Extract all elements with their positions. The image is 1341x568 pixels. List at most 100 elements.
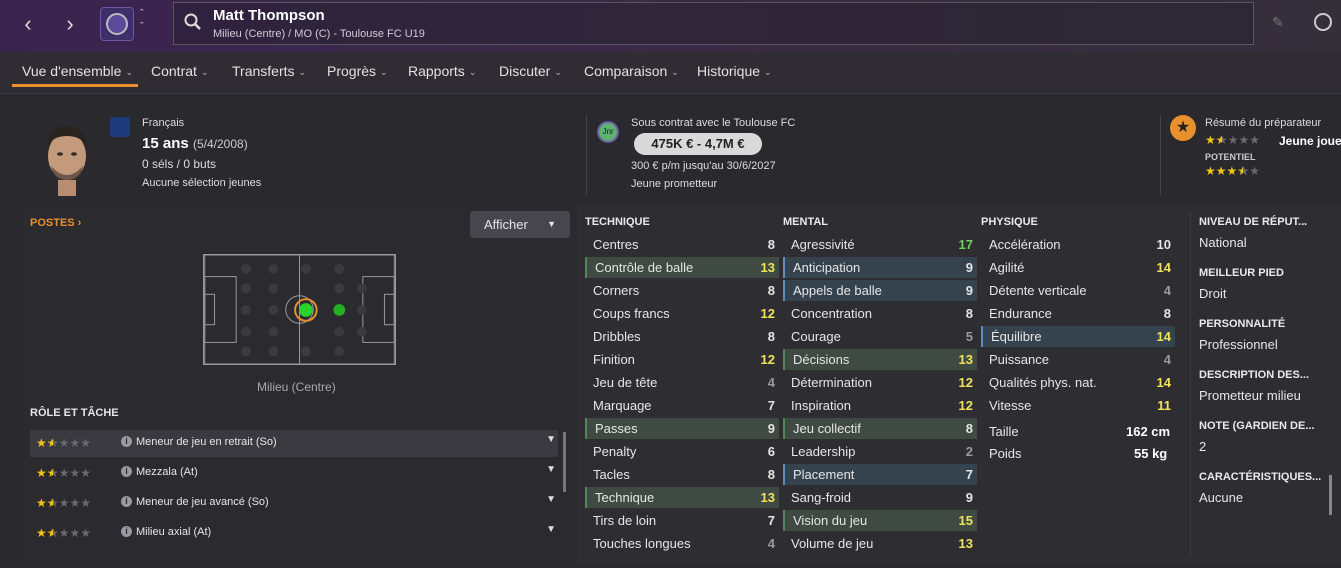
lightbulb-icon[interactable] — [1314, 13, 1332, 31]
chevron-down-icon: ⌄ — [298, 67, 307, 77]
divider — [1160, 115, 1161, 195]
attribute-row[interactable]: Qualités phys. nat. 14 — [981, 372, 1175, 393]
info-icon[interactable]: i — [121, 496, 132, 507]
info-scrollbar[interactable] — [1329, 475, 1332, 515]
tab-1[interactable]: Vue d'ensemble ⌄ — [22, 63, 133, 79]
chevron-down-icon[interactable]: ▼ — [546, 464, 556, 475]
chevron-down-icon[interactable]: ▼ — [546, 494, 556, 505]
role-row[interactable]: ★★★★★★ i Mezzala (At) ▼ — [30, 460, 558, 487]
attribute-row[interactable]: Technique 13 — [585, 487, 779, 508]
contract-status: Jeune prometteur — [631, 178, 718, 190]
tab-3[interactable]: Transferts ⌄ — [232, 63, 306, 79]
attribute-row[interactable]: Marquage 7 — [585, 395, 779, 416]
pitch-position-label: Milieu (Centre) — [257, 380, 336, 394]
info-icon[interactable]: i — [121, 436, 132, 447]
attribute-name: Technique — [595, 490, 655, 505]
chevron-down-icon: ▼ — [547, 219, 556, 229]
role-stars: ★★★★★★ — [36, 436, 92, 450]
attribute-name: Concentration — [791, 306, 872, 321]
attribute-row[interactable]: Équilibre 14 — [981, 326, 1175, 347]
info-icon[interactable]: i — [121, 466, 132, 477]
attribute-row[interactable]: Finition 12 — [585, 349, 779, 370]
attribute-row[interactable]: Sang-froid 9 — [783, 487, 977, 508]
attribute-row[interactable]: Accélération 10 — [981, 234, 1175, 255]
attribute-row[interactable]: Endurance 8 — [981, 303, 1175, 324]
attribute-row[interactable]: Coups francs 12 — [585, 303, 779, 324]
tab-5[interactable]: Rapports ⌄ — [408, 63, 476, 79]
player-cycle-arrows[interactable]: ˆˇ — [140, 8, 144, 34]
attribute-row[interactable]: Courage 5 — [783, 326, 977, 347]
attribute-row[interactable]: Inspiration 12 — [783, 395, 977, 416]
attribute-row[interactable]: Volume de jeu 13 — [783, 533, 977, 554]
chevron-up-icon[interactable]: ˆ — [140, 8, 144, 21]
search-icon[interactable] — [183, 12, 203, 32]
pencil-icon[interactable]: ✎ — [1272, 14, 1284, 31]
attribute-row[interactable]: Jeu collectif 8 — [783, 418, 977, 439]
back-arrow-icon[interactable]: ‹ — [16, 12, 40, 36]
show-dropdown[interactable]: Afficher ▼ — [470, 211, 570, 238]
chevron-down-icon[interactable]: ▼ — [546, 524, 556, 535]
info-value: National — [1199, 235, 1247, 250]
attribute-row[interactable]: Concentration 8 — [783, 303, 977, 324]
attribute-row[interactable]: Touches longues 4 — [585, 533, 779, 554]
info-value: Prometteur milieu — [1199, 388, 1301, 403]
attribute-row[interactable]: Vision du jeu 15 — [783, 510, 977, 531]
attribute-row[interactable]: Jeu de tête 4 — [585, 372, 779, 393]
chevron-down-icon[interactable]: ˇ — [1302, 222, 1305, 232]
attribute-value: 9 — [965, 283, 973, 298]
club-badge[interactable] — [100, 7, 134, 41]
role-row[interactable]: ★★★★★★ i Milieu axial (At) ▼ — [30, 520, 558, 547]
attribute-name: Centres — [593, 237, 639, 252]
scout-title: Résumé du préparateur — [1205, 117, 1322, 129]
attribute-row[interactable]: Détente verticale 4 — [981, 280, 1175, 301]
attribute-row[interactable]: Dribbles 8 — [585, 326, 779, 347]
player-name: Matt Thompson — [213, 7, 325, 24]
tab-label: Rapports — [408, 63, 465, 79]
attribute-name: Agressivité — [791, 237, 855, 252]
attribute-row[interactable]: Penalty 6 — [585, 441, 779, 462]
roles-scrollbar[interactable] — [563, 432, 566, 492]
attribute-row[interactable]: Décisions 13 — [783, 349, 977, 370]
attribute-row[interactable]: Centres 8 — [585, 234, 779, 255]
weight-label: Poids — [989, 446, 1022, 461]
role-row[interactable]: ★★★★★★ i Meneur de jeu avancé (So) ▼ — [30, 490, 558, 517]
attribute-row[interactable]: Placement 7 — [783, 464, 977, 485]
role-label: Meneur de jeu en retrait (So) — [136, 436, 277, 448]
attribute-row[interactable]: Vitesse 11 — [981, 395, 1175, 416]
role-row[interactable]: ★★★★★★ i Meneur de jeu en retrait (So) ▼ — [30, 430, 558, 457]
attribute-value: 15 — [958, 513, 973, 528]
attribute-row[interactable]: Passes 9 — [585, 418, 779, 439]
chevron-down-icon[interactable]: ˇ — [140, 21, 144, 34]
info-icon[interactable]: i — [121, 526, 132, 537]
attribute-name: Touches longues — [593, 536, 691, 551]
attribute-name: Sang-froid — [791, 490, 851, 505]
attribute-row[interactable]: Leadership 2 — [783, 441, 977, 462]
attribute-row[interactable]: Agressivité 17 — [783, 234, 977, 255]
value-range-pill[interactable]: 475K € - 4,7M € — [634, 133, 762, 155]
attribute-row[interactable]: Contrôle de balle 13 — [585, 257, 779, 278]
chevron-down-icon: ⌄ — [380, 67, 388, 77]
attribute-row[interactable]: Tacles 8 — [585, 464, 779, 485]
attribute-name: Agilité — [989, 260, 1025, 275]
tab-8[interactable]: Historique ⌄ — [697, 63, 772, 79]
tab-4[interactable]: Progrès ⌄ — [327, 63, 388, 79]
attribute-row[interactable]: Puissance 4 — [981, 349, 1175, 370]
attribute-value: 12 — [958, 398, 973, 413]
position-pitch — [203, 254, 396, 365]
attribute-value: 7 — [965, 467, 973, 482]
attribute-row[interactable]: Appels de balle 9 — [783, 280, 977, 301]
attribute-row[interactable]: Tirs de loin 7 — [585, 510, 779, 531]
forward-arrow-icon[interactable]: › — [58, 12, 82, 36]
attribute-row[interactable]: Anticipation 9 — [783, 257, 977, 278]
tab-2[interactable]: Contrat ⌄ — [151, 63, 208, 79]
attribute-name: Décisions — [793, 352, 850, 367]
attribute-row[interactable]: Corners 8 — [585, 280, 779, 301]
tab-6[interactable]: Discuter ⌄ — [499, 63, 562, 79]
positions-title[interactable]: POSTES › — [30, 217, 81, 229]
chevron-down-icon[interactable]: ▼ — [546, 434, 556, 445]
tab-7[interactable]: Comparaison ⌄ — [584, 63, 679, 79]
attribute-name: Détente verticale — [989, 283, 1087, 298]
attribute-row[interactable]: Agilité 14 — [981, 257, 1175, 278]
attribute-value: 11 — [1157, 398, 1171, 413]
attribute-row[interactable]: Détermination 12 — [783, 372, 977, 393]
